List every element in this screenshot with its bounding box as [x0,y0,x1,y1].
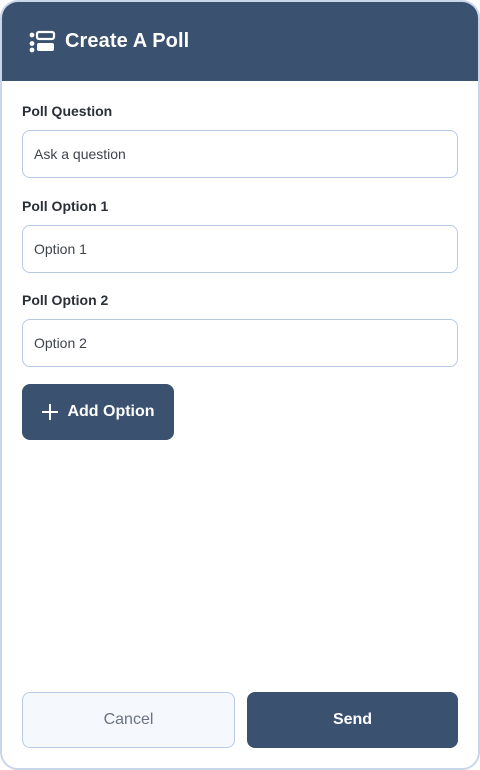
create-poll-dialog: Create A Poll Poll Question Poll Option … [0,0,480,770]
send-button[interactable]: Send [247,692,458,748]
add-option-label: Add Option [67,403,155,420]
poll-question-field: Poll Question [22,102,458,178]
poll-option-1-field: Poll Option 1 [22,197,458,273]
add-option-button[interactable]: Add Option [22,384,174,440]
plus-icon [41,403,59,421]
poll-option-2-label: Poll Option 2 [22,292,109,308]
poll-question-label: Poll Question [22,103,113,119]
dialog-title: Create A Poll [65,30,190,52]
poll-option-2-field: Poll Option 2 [22,291,458,367]
poll-option-1-label: Poll Option 1 [22,198,109,214]
dialog-header: Create A Poll [2,2,478,81]
dialog-footer: Cancel Send [22,692,458,748]
poll-list-icon [28,30,56,54]
poll-question-input[interactable] [22,130,458,178]
cancel-button[interactable]: Cancel [22,692,235,748]
poll-option-2-input[interactable] [22,319,458,367]
poll-option-1-input[interactable] [22,225,458,273]
